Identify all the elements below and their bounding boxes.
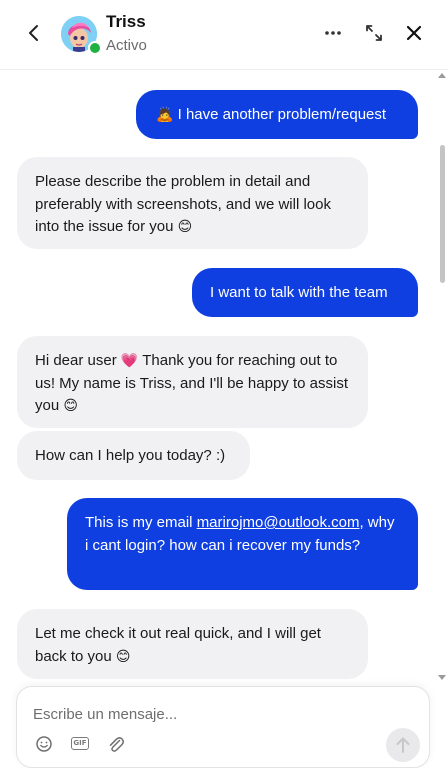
bowing-emoji: 🙇 [156,107,174,123]
smile-emoji: 😊 [115,648,131,665]
message-text: I have another problem/request [177,106,387,123]
smile-emoji: 😊 [177,219,193,235]
chat-header: Triss Activo [0,0,448,70]
message-text: This is my email [85,514,193,531]
message-composer: GIF [16,686,430,768]
smiley-icon[interactable] [34,735,54,753]
message-input[interactable] [33,703,393,725]
close-icon[interactable] [403,22,425,44]
arrow-up-icon [396,737,410,753]
bot-message: Hi dear user 💗 Thank you for reaching ou… [17,336,368,428]
message-text: Let me check it out real quick, and I wi… [35,625,321,665]
more-horizontal-icon[interactable] [322,22,344,44]
message-text: Hi dear user [35,352,117,369]
message-thread[interactable]: 🙇 I have another problem/request Please … [0,71,448,686]
user-message: I want to talk with the team [192,268,418,317]
expand-icon[interactable] [363,22,385,44]
user-message: This is my email marirojmo@outlook.com, … [67,498,418,590]
smile-emoji: 😊 [63,398,78,414]
agent-status: Activo [106,37,147,54]
chevron-left-icon[interactable] [22,21,46,45]
scroll-down-arrow-icon[interactable] [438,675,446,680]
email-link[interactable]: marirojmo@outlook.com [197,514,360,531]
message-text: I want to talk with the team [210,284,388,301]
message-text: How can I help you today? :) [35,447,226,464]
scrollbar-thumb[interactable] [440,145,445,283]
gif-button[interactable]: GIF [71,737,89,750]
bot-message: How can I help you today? :) [17,431,250,480]
bot-message: Let me check it out real quick, and I wi… [17,609,368,679]
bot-message: Please describe the problem in detail an… [17,157,368,249]
user-message: 🙇 I have another problem/request [136,90,418,139]
scroll-up-arrow-icon[interactable] [438,73,446,78]
presence-dot [88,41,102,55]
paperclip-icon[interactable] [106,735,126,753]
agent-name: Triss [106,12,146,31]
send-button[interactable] [386,728,420,762]
heart-emoji: 💗 [120,353,139,369]
